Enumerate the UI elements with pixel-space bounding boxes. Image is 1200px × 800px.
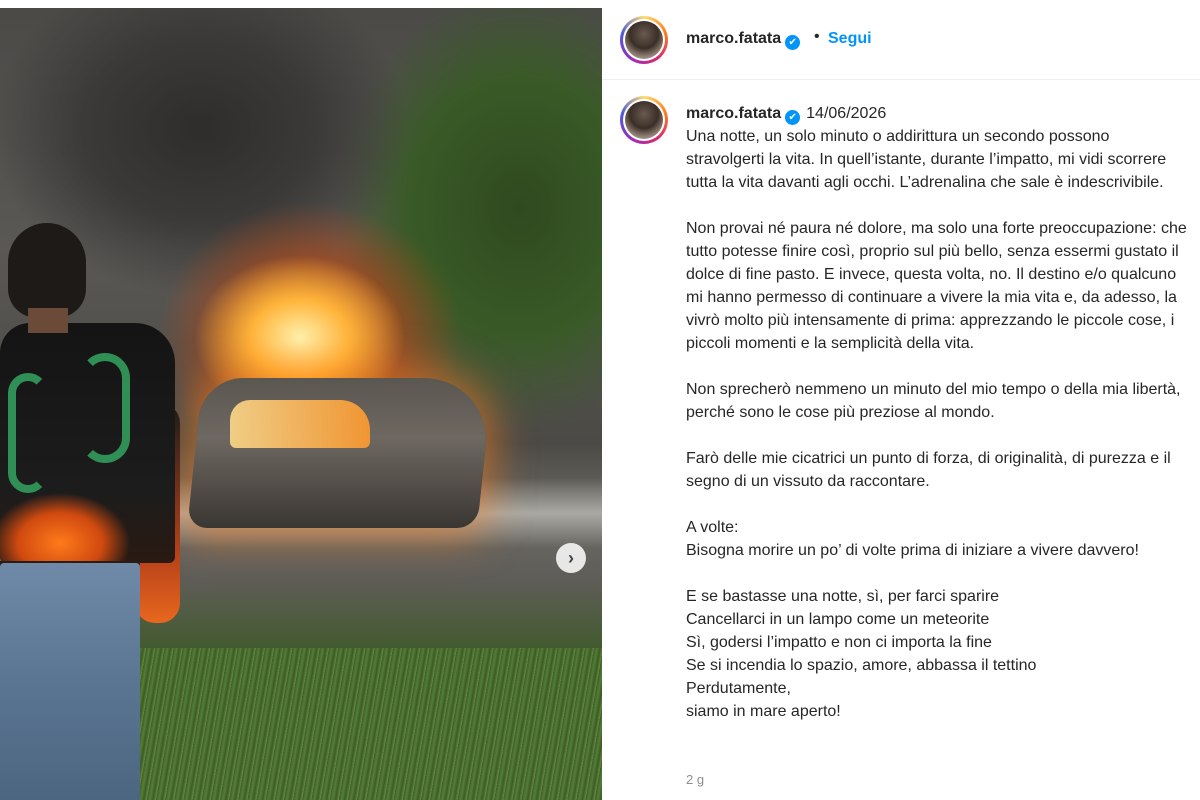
caption-paragraph: Farò delle mie cicatrici un punto di for… [686, 447, 1192, 493]
caption-line: Cancellarci in un lampo come un meteorit… [686, 611, 990, 628]
caption-avatar[interactable] [620, 96, 668, 144]
person-head [8, 223, 86, 318]
caption-paragraph: A volte: Bisogna morire un po’ di volte p… [686, 516, 1192, 562]
caption-paragraph: Non sprecherò nemmeno un minuto del mio … [686, 378, 1192, 424]
avatar[interactable] [620, 16, 668, 64]
caption-username[interactable]: marco.fatata [686, 105, 781, 122]
jacket-flame-graphic [80, 353, 130, 463]
car-fire-glow [230, 400, 370, 448]
avatar-image [625, 101, 663, 139]
post-caption: marco.fatata ✔ 14/06/2026 Una notte, un so… [686, 102, 1192, 746]
separator-dot: • [814, 28, 820, 45]
jacket-flame-graphic [8, 373, 48, 493]
caption-line: Perdutamente, [686, 680, 791, 697]
caption-line: Se si incendia lo spazio, amore, abbassa… [686, 657, 1037, 674]
caption-paragraph: Una notte, un solo minuto o addirittura … [686, 125, 1192, 194]
verified-badge-icon: ✔ [785, 110, 801, 125]
caption-line: Farò delle mie cicatrici un punto di for… [686, 450, 1171, 490]
post-date: 14/06/2026 [806, 105, 887, 122]
person-neck [28, 308, 68, 333]
person-figure [0, 223, 185, 800]
caption-line: A volte: [686, 519, 739, 536]
caption-line: Sì, godersi l’impatto e non ci importa l… [686, 634, 992, 651]
follow-button[interactable]: Segui [828, 30, 872, 48]
next-slide-button[interactable]: › [556, 543, 586, 573]
post-time-ago[interactable]: 2 g [686, 772, 704, 787]
caption-paragraph: E se bastasse una notte, sì, per farci s… [686, 585, 1192, 723]
post-photo[interactable]: › [0, 8, 602, 800]
caption-line: siamo in mare aperto! [686, 703, 841, 720]
caption-line: E se bastasse una notte, sì, per farci s… [686, 588, 1000, 605]
caption-paragraph: Non provai né paura né dolore, ma solo u… [686, 217, 1192, 355]
post-details-panel: marco.fatata ✔ • Segui marco.fatata ✔ 14/06… [602, 0, 1200, 800]
caption-line: Non provai né paura né dolore, ma solo u… [686, 220, 1187, 352]
username-text: marco.fatata [686, 30, 782, 47]
caption-header: marco.fatata ✔ 14/06/2026 [686, 102, 1192, 125]
avatar-image [625, 21, 663, 59]
caption-body: Una notte, un solo minuto o addirittura … [686, 125, 1192, 723]
person-jeans [0, 563, 140, 800]
caption-line: Bisogna morire un po’ di volte prima di … [686, 542, 1139, 559]
chevron-right-icon: › [568, 547, 574, 568]
caption-line: Una notte, un solo minuto o addirittura … [686, 128, 1167, 191]
caption-line: Non sprecherò nemmeno un minuto del mio … [686, 381, 1181, 421]
post-header: marco.fatata ✔ • Segui [602, 0, 1200, 80]
header-username[interactable]: marco.fatata ✔ [686, 30, 801, 50]
verified-badge-icon: ✔ [785, 35, 801, 50]
